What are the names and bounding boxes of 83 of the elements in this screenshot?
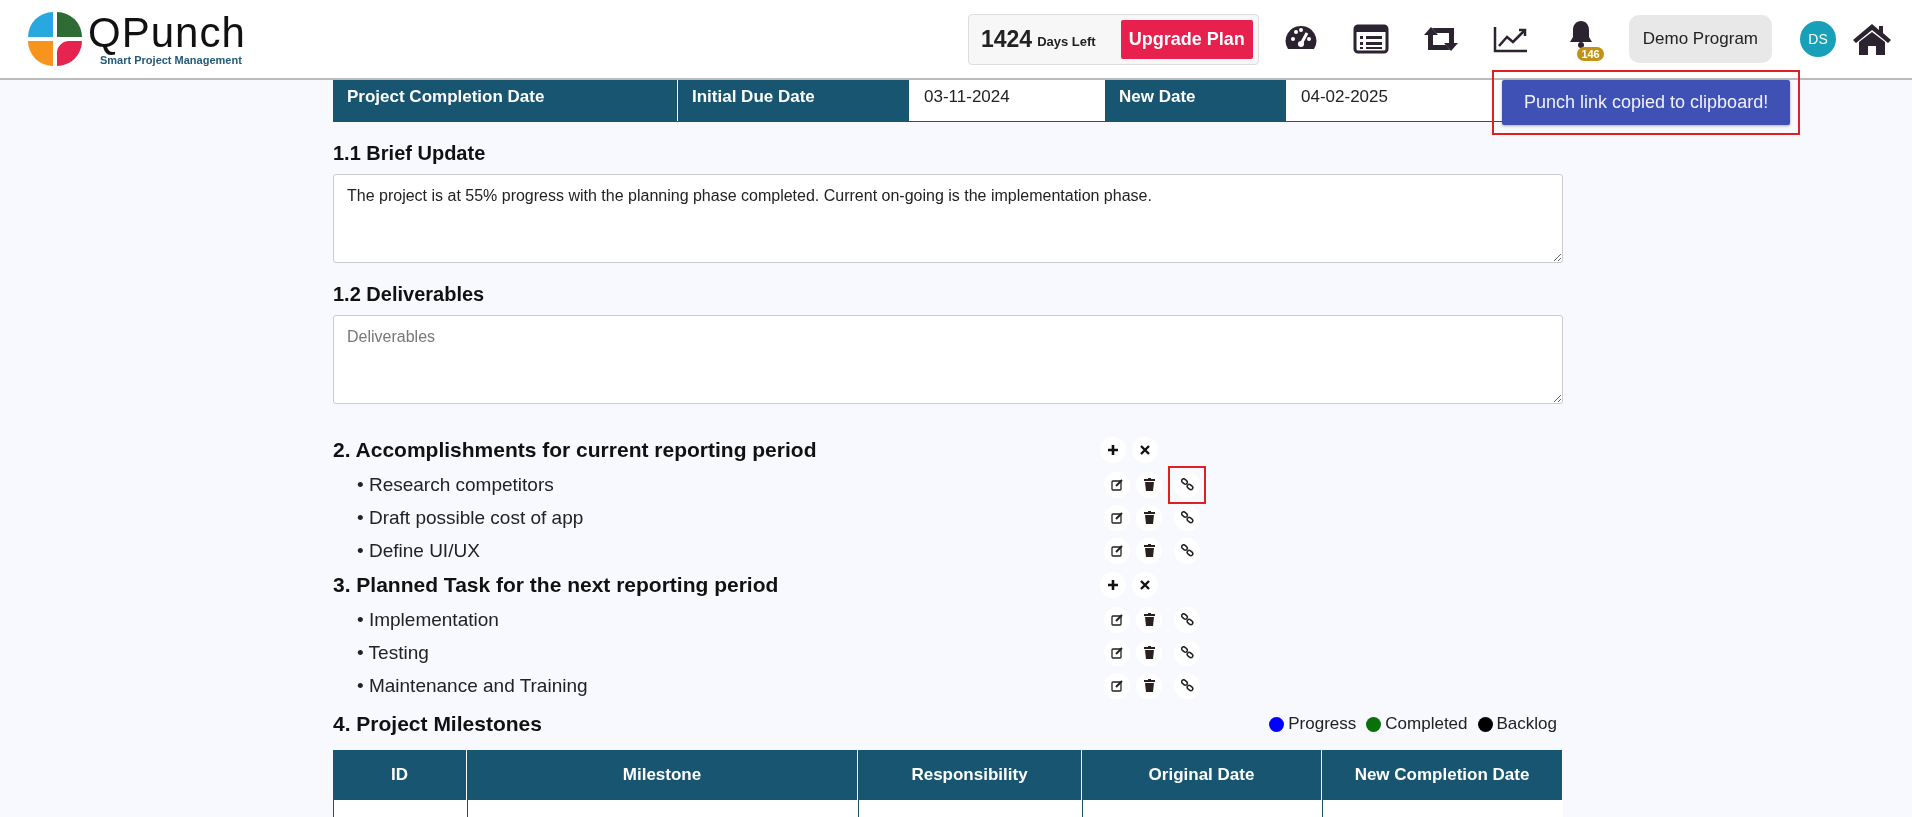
- toast-notification: Punch link copied to clipboard!: [1502, 80, 1791, 125]
- section-heading: 1.2 Deliverables: [333, 283, 486, 306]
- task-item: • Testing: [356, 641, 430, 664]
- edit-button[interactable]: [1104, 504, 1130, 531]
- date-label: Project Completion Date: [333, 80, 678, 121]
- legend-label: Backlog: [1496, 714, 1557, 734]
- add-button[interactable]: [1100, 572, 1126, 598]
- link-icon: [1180, 511, 1194, 524]
- copy-link-button[interactable]: [1174, 672, 1200, 699]
- link-icon: [1180, 646, 1194, 659]
- legend-label: Completed: [1385, 714, 1468, 734]
- task-item: • Implementation: [356, 608, 500, 631]
- logo-icon: [26, 10, 84, 68]
- notification-count-badge: 146: [1577, 47, 1604, 61]
- edit-button[interactable]: [1104, 672, 1130, 699]
- task-item: • Maintenance and Training: [356, 674, 589, 697]
- trash-icon: [1143, 613, 1155, 626]
- logo-tagline: Smart Project Management: [100, 54, 243, 66]
- edit-icon: [1110, 544, 1124, 557]
- section-heading: 3. Planned Task for the next reporting period: [333, 573, 780, 597]
- trash-icon: [1143, 478, 1155, 491]
- task-item: • Draft possible cost of app: [356, 506, 585, 529]
- section-heading: 2. Accomplishments for current reporting period: [333, 438, 818, 462]
- copy-link-button[interactable]: [1174, 639, 1200, 666]
- task-item: • Research competitors: [356, 473, 555, 496]
- copy-link-button[interactable]: [1174, 504, 1200, 531]
- plus-icon: [1107, 579, 1119, 591]
- edit-icon: [1110, 511, 1124, 524]
- edit-icon: [1110, 478, 1124, 491]
- list-icon[interactable]: [1352, 24, 1389, 54]
- legend-label: Progress: [1288, 714, 1357, 734]
- notification-bell-icon[interactable]: [1567, 19, 1594, 49]
- close-button[interactable]: [1132, 572, 1158, 598]
- delete-button[interactable]: [1136, 504, 1162, 531]
- close-icon: [1140, 445, 1150, 455]
- edit-button[interactable]: [1104, 606, 1130, 633]
- edit-icon: [1110, 679, 1124, 692]
- copy-link-button[interactable]: [1174, 537, 1200, 564]
- edit-button[interactable]: [1104, 639, 1130, 666]
- delete-button[interactable]: [1136, 606, 1162, 633]
- link-icon: [1180, 613, 1194, 626]
- link-icon: [1180, 478, 1194, 491]
- column-header: Original Date: [1082, 750, 1322, 800]
- section-heading: 1.1 Brief Update: [333, 142, 487, 165]
- date-value: 03-11-2024: [910, 80, 1105, 121]
- task-item: • Define UI/UX: [356, 539, 481, 562]
- days-left-count: 1424: [981, 25, 1033, 53]
- link-icon: [1180, 544, 1194, 557]
- close-button[interactable]: [1132, 437, 1158, 463]
- section-heading: 4. Project Milestones: [333, 712, 543, 736]
- column-header: ID: [333, 750, 467, 800]
- add-button[interactable]: [1100, 437, 1126, 463]
- column-header: New Completion Date: [1322, 750, 1563, 800]
- copy-link-button[interactable]: [1174, 606, 1200, 633]
- trash-icon: [1143, 679, 1155, 692]
- column-header: Responsibility: [858, 750, 1082, 800]
- trash-icon: [1143, 511, 1155, 524]
- delete-button[interactable]: [1136, 672, 1162, 699]
- delete-button[interactable]: [1136, 537, 1162, 564]
- date-label: Initial Due Date: [678, 80, 910, 121]
- trash-icon: [1143, 646, 1155, 659]
- brief-update-field[interactable]: The project is at 55% progress with the planning phase completed. Current on-going is the implementation phase.: [333, 174, 1563, 263]
- edit-icon: [1110, 646, 1124, 659]
- column-header: Milestone: [467, 750, 858, 800]
- plus-icon: [1107, 444, 1119, 456]
- edit-icon: [1110, 613, 1124, 626]
- edit-button[interactable]: [1104, 471, 1130, 498]
- delete-button[interactable]: [1136, 471, 1162, 498]
- close-icon: [1140, 580, 1150, 590]
- delete-button[interactable]: [1136, 639, 1162, 666]
- home-icon[interactable]: [1852, 22, 1892, 56]
- copy-link-button[interactable]: [1174, 471, 1200, 498]
- program-selector-button[interactable]: Demo Program: [1628, 15, 1772, 63]
- date-label: New Date: [1105, 80, 1287, 121]
- deliverables-field[interactable]: Deliverables: [333, 315, 1563, 404]
- repeat-arrows-icon[interactable]: [1421, 25, 1460, 53]
- trash-icon: [1143, 544, 1155, 557]
- days-left-label: Days Left: [1037, 33, 1096, 49]
- line-chart-icon[interactable]: [1492, 25, 1529, 53]
- upgrade-plan-button[interactable]: Upgrade Plan: [1120, 19, 1253, 59]
- link-icon: [1180, 679, 1194, 692]
- edit-button[interactable]: [1104, 537, 1130, 564]
- logo-name: QPunch: [88, 12, 246, 54]
